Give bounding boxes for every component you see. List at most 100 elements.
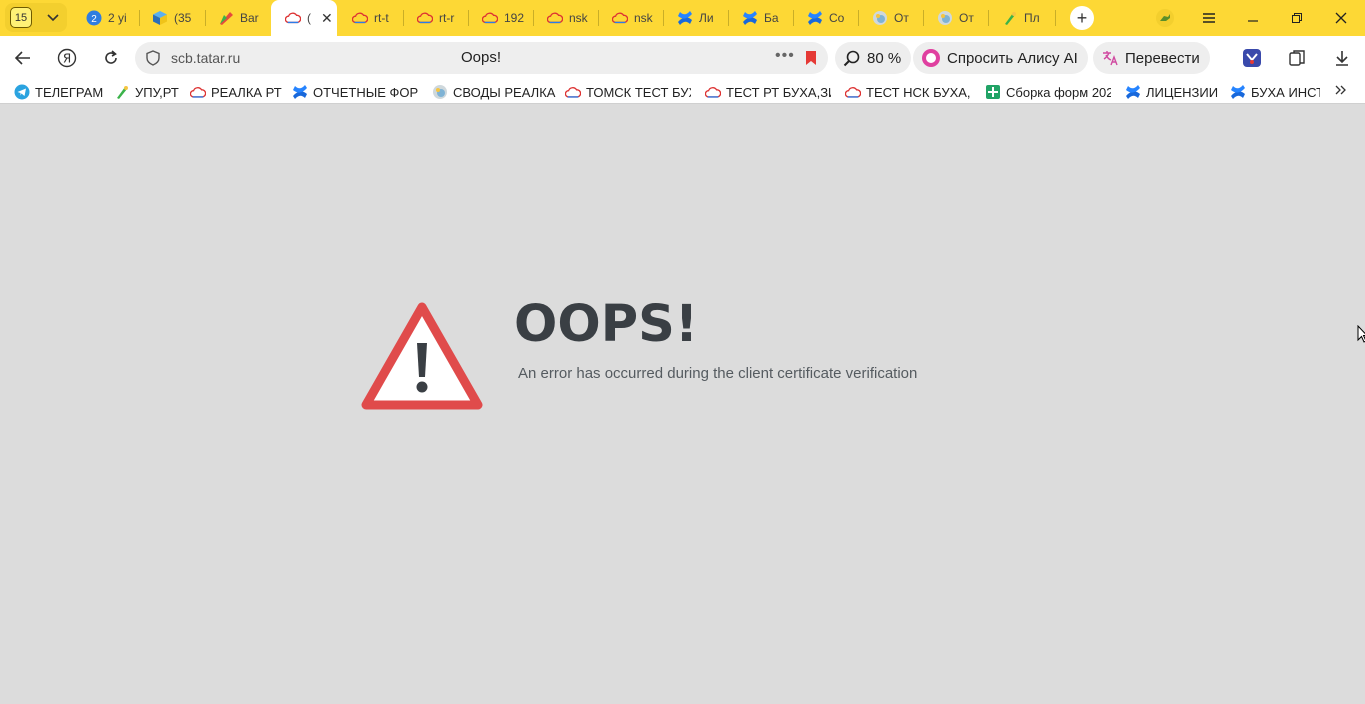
warning-icon <box>361 302 483 410</box>
reload-icon[interactable] <box>100 47 122 69</box>
translate-label: Перевести <box>1125 49 1200 67</box>
bookmark-item[interactable]: ОТЧЕТНЫЕ ФОРМ <box>292 83 418 101</box>
tab-label: rt-t <box>374 11 389 25</box>
ask-alice-button[interactable]: Спросить Алису AI <box>913 42 1088 74</box>
pen-icon <box>218 10 234 26</box>
restore-icon[interactable] <box>1285 6 1309 30</box>
close-tab-icon[interactable]: ✕ <box>321 10 333 27</box>
tab-label: Bar <box>240 11 259 25</box>
tab-label: nsk <box>634 11 653 25</box>
cloud-icon <box>705 84 721 100</box>
bookmark-label: ЛИЦЕНЗИИ <box>1146 84 1219 100</box>
new-tab-button[interactable]: + <box>1070 6 1094 30</box>
tab-counter-button[interactable]: 15 <box>5 3 67 32</box>
cloud-icon <box>612 10 628 26</box>
bookmark-label: ОТЧЕТНЫЕ ФОРМ <box>313 84 418 100</box>
zoom-button[interactable]: 80 % <box>835 42 912 74</box>
back-icon[interactable] <box>12 47 34 69</box>
tab-item[interactable]: От <box>858 0 922 36</box>
tab-item[interactable]: Пл <box>988 0 1052 36</box>
tab-label: От <box>959 11 974 25</box>
tab-label: Пл <box>1024 11 1040 25</box>
cloud-icon <box>352 10 368 26</box>
cloud-icon <box>565 84 581 100</box>
extension-dino-icon[interactable] <box>1153 6 1177 30</box>
page-title: Oops! <box>461 49 502 66</box>
navigation-bar: Я scb.tatar.ru Oops! ••• 80 % Спросить А… <box>0 36 1365 80</box>
tab-item[interactable]: От <box>923 0 987 36</box>
error-message: An error has occurred during the client … <box>518 365 918 382</box>
tab-item[interactable]: 192 <box>468 0 532 36</box>
tab-label: Ба <box>764 11 779 25</box>
translate-icon <box>1101 49 1119 67</box>
tab-item[interactable]: Ли <box>663 0 727 36</box>
download-icon[interactable] <box>1331 47 1353 69</box>
menu-icon[interactable] <box>1197 6 1221 30</box>
bookmark-item[interactable]: Сборка форм 202 <box>985 83 1111 101</box>
tab-item[interactable]: Co <box>793 0 857 36</box>
close-window-icon[interactable] <box>1329 6 1353 30</box>
tab-item[interactable]: Ба <box>728 0 792 36</box>
bookmark-item[interactable]: УПУ,РТ <box>114 83 180 101</box>
confluence-icon <box>677 10 693 26</box>
tab-label: От <box>894 11 909 25</box>
url-text[interactable]: scb.tatar.ru <box>171 50 240 66</box>
tab-item[interactable]: 2 2 уi <box>72 0 136 36</box>
bookmark-item[interactable]: ТЕСТ НСК БУХА,З <box>845 83 971 101</box>
tab-label: ( <box>307 11 311 25</box>
bookmark-icon[interactable] <box>804 50 818 66</box>
tab-item[interactable]: rt-t <box>338 0 402 36</box>
minimize-icon[interactable] <box>1241 6 1265 30</box>
bookmark-item[interactable]: РЕАЛКА РТ <box>190 83 282 101</box>
tab-item[interactable]: (35 <box>138 0 202 36</box>
ask-alice-label: Спросить Алису AI <box>947 49 1078 67</box>
bookmark-label: СВОДЫ РЕАЛКА <box>453 84 556 100</box>
collections-icon[interactable] <box>1286 47 1308 69</box>
yandex-icon[interactable]: Я <box>56 47 78 69</box>
tab-label: rt-r <box>439 11 455 25</box>
bookmarks-bar: ТЕЛЕГРАМ УПУ,РТ РЕАЛКА РТ ОТЧЕТНЫЕ ФОРМ … <box>0 80 1365 104</box>
bookmark-item[interactable]: ЛИЦЕНЗИИ <box>1125 83 1219 101</box>
cloud-icon <box>285 10 301 26</box>
confluence-icon <box>742 10 758 26</box>
drop-icon <box>872 10 888 26</box>
zoom-icon <box>843 49 861 67</box>
bookmark-label: Сборка форм 202 <box>1006 84 1111 100</box>
alice-icon <box>921 48 941 68</box>
bookmark-item[interactable]: ТЕСТ РТ БУХА,ЗИ <box>705 83 831 101</box>
tab-label: nsk <box>569 11 588 25</box>
bookmark-label: ТЕСТ РТ БУХА,ЗИ <box>726 84 831 100</box>
more-icon[interactable]: ••• <box>775 47 795 65</box>
extension-icon[interactable] <box>1241 47 1263 69</box>
cube-icon <box>152 10 168 26</box>
tab-separator <box>1055 10 1056 26</box>
tab-label: Co <box>829 11 845 25</box>
bookmark-label: ТОМСК ТЕСТ БУХ <box>586 84 691 100</box>
bookmark-label: УПУ,РТ <box>135 84 179 100</box>
tab-item[interactable]: nsk <box>598 0 662 36</box>
confluence-icon <box>1125 84 1141 100</box>
tab-label: (35 <box>174 11 192 25</box>
badge-2-icon: 2 <box>86 10 102 26</box>
tab-label: 2 уi <box>108 11 127 25</box>
drop-icon <box>432 84 448 100</box>
tab-item-active[interactable]: ( ✕ <box>271 0 337 36</box>
bookmark-item[interactable]: ТОМСК ТЕСТ БУХ <box>565 83 691 101</box>
tab-item[interactable]: nsk <box>533 0 597 36</box>
translate-button[interactable]: Перевести <box>1093 42 1210 74</box>
tab-item[interactable]: rt-r <box>403 0 467 36</box>
tab-count: 15 <box>10 7 32 28</box>
bookmark-item[interactable]: БУХА ИНСТ <box>1230 83 1320 101</box>
svg-text:2: 2 <box>91 14 97 25</box>
zoom-level: 80 % <box>867 49 902 67</box>
shield-icon[interactable] <box>145 50 161 66</box>
more-bookmarks-icon[interactable] <box>1334 83 1346 99</box>
cloud-icon <box>190 84 206 100</box>
pen-icon <box>114 84 130 100</box>
address-bar[interactable]: scb.tatar.ru Oops! ••• <box>135 42 828 74</box>
bookmark-item[interactable]: СВОДЫ РЕАЛКА <box>432 83 556 101</box>
tab-item[interactable]: Bar <box>204 0 268 36</box>
tab-strip: 15 2 2 уi (35 Bar ( ✕ rt-t rt-r 192 nsk <box>0 0 1365 36</box>
bookmark-item[interactable]: ТЕЛЕГРАМ <box>14 83 104 101</box>
svg-text:Я: Я <box>63 52 71 66</box>
